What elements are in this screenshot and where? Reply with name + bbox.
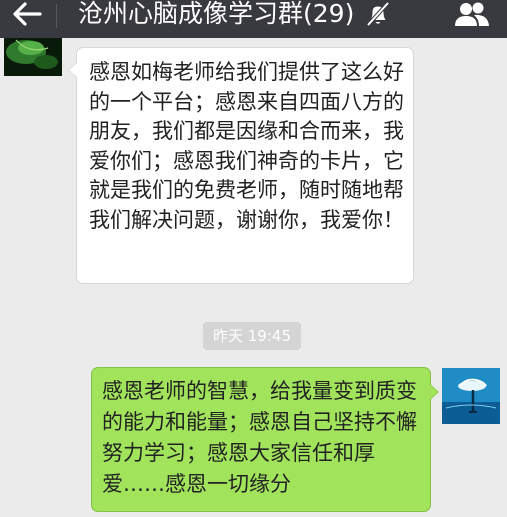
back-button[interactable] <box>10 0 46 30</box>
sender-avatar[interactable] <box>4 38 62 76</box>
arrow-left-icon <box>13 2 42 26</box>
message-bubble-received[interactable]: 感恩如梅老师给我们提供了这么好的一个平台；感恩来自四面八方的朋友，我们都是因缘和… <box>68 47 414 284</box>
chat-header: 沧州心脑成像学习群(29) <box>0 0 507 38</box>
message-bubble-sent[interactable]: 感恩老师的智慧，给我量变到质变的能力和能量；感恩自己坚持不懈努力学习；感恩大家信… <box>91 367 439 512</box>
timestamp-badge: 昨天 19:45 <box>203 322 301 350</box>
message-text-sent: 感恩老师的智慧，给我量变到质变的能力和能量；感恩自己坚持不懈努力学习；感恩大家信… <box>102 379 417 496</box>
message-text-received: 感恩如梅老师给我们提供了这么好的一个平台；感恩来自四面八方的朋友，我们都是因缘和… <box>89 60 404 232</box>
bell-muted-icon <box>366 1 390 27</box>
user-avatar[interactable] <box>442 368 500 424</box>
group-contacts-icon <box>455 2 489 26</box>
chat-title: 沧州心脑成像学习群(29) <box>78 0 355 28</box>
group-contacts-button[interactable] <box>452 0 492 30</box>
header-divider <box>56 4 57 28</box>
